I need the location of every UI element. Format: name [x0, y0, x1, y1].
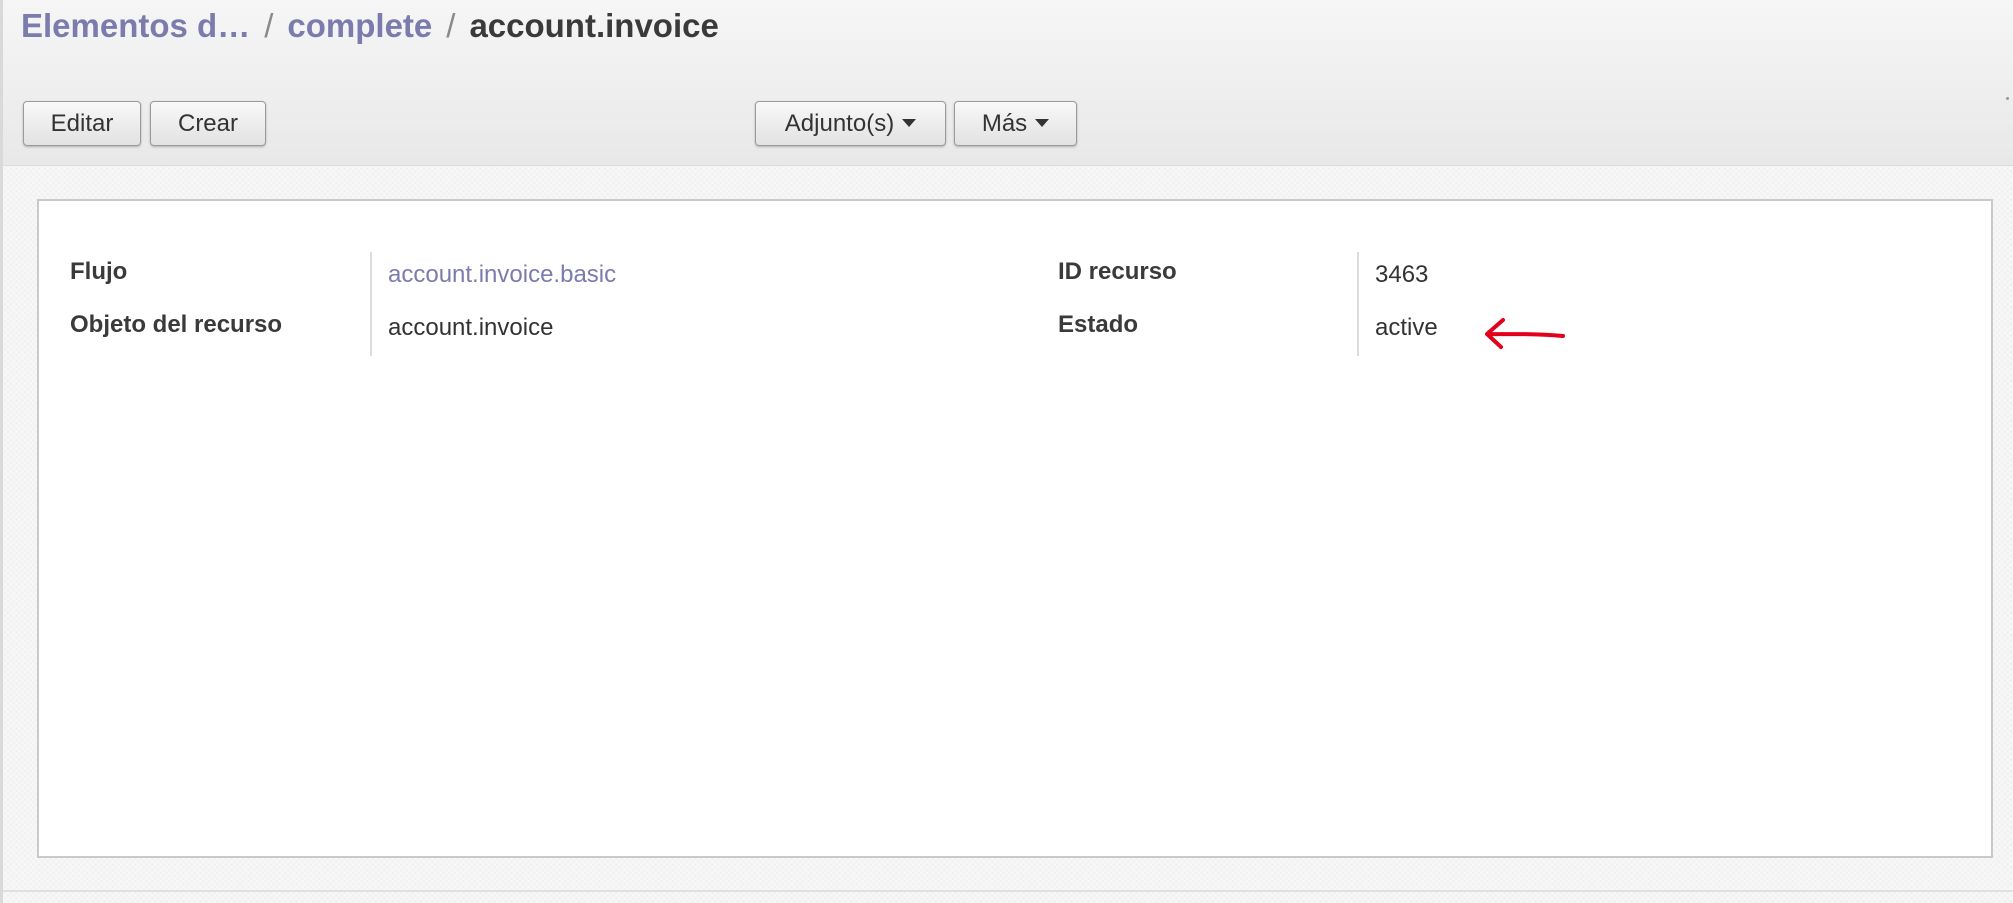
breadcrumb-separator: / [264, 7, 274, 44]
annotation-arrow-icon [1485, 318, 1565, 349]
dot-icon [2006, 97, 2009, 100]
resource-object-value: account.invoice [388, 314, 554, 341]
state-value: active [1375, 314, 1438, 341]
caret-down-icon [902, 118, 917, 127]
attachments-label: Adjunto(s) [784, 110, 895, 137]
field-separator [370, 252, 372, 356]
breadcrumb: Elementos d… / complete / account.invoice [21, 4, 719, 48]
control-panel: Elementos d… / complete / account.invoice Ed… [3, 0, 2013, 166]
more-label: Más [981, 110, 1028, 137]
form-sheet: Flujo account.invoice.basic Objeto del r… [37, 199, 1993, 858]
resource-id-value: 3463 [1375, 261, 1429, 288]
bottom-divider [3, 890, 2013, 892]
more-dropdown-button[interactable]: Más [954, 101, 1077, 146]
flow-label: Flujo [70, 258, 128, 285]
breadcrumb-item-elementos[interactable]: Elementos d… [21, 7, 250, 44]
create-button[interactable]: Crear [150, 101, 266, 146]
edit-button[interactable]: Editar [23, 101, 141, 146]
resource-object-label: Objeto del recurso [70, 311, 283, 338]
attachments-dropdown-button[interactable]: Adjunto(s) [755, 101, 946, 146]
breadcrumb-separator: / [446, 7, 456, 44]
field-separator [1357, 252, 1359, 356]
resource-id-label: ID recurso [1058, 258, 1177, 285]
state-label: Estado [1058, 311, 1139, 338]
caret-down-icon [1035, 118, 1050, 127]
breadcrumb-item-complete[interactable]: complete [287, 7, 432, 44]
flow-link[interactable]: account.invoice.basic [388, 261, 616, 289]
breadcrumb-current: account.invoice [469, 7, 719, 44]
